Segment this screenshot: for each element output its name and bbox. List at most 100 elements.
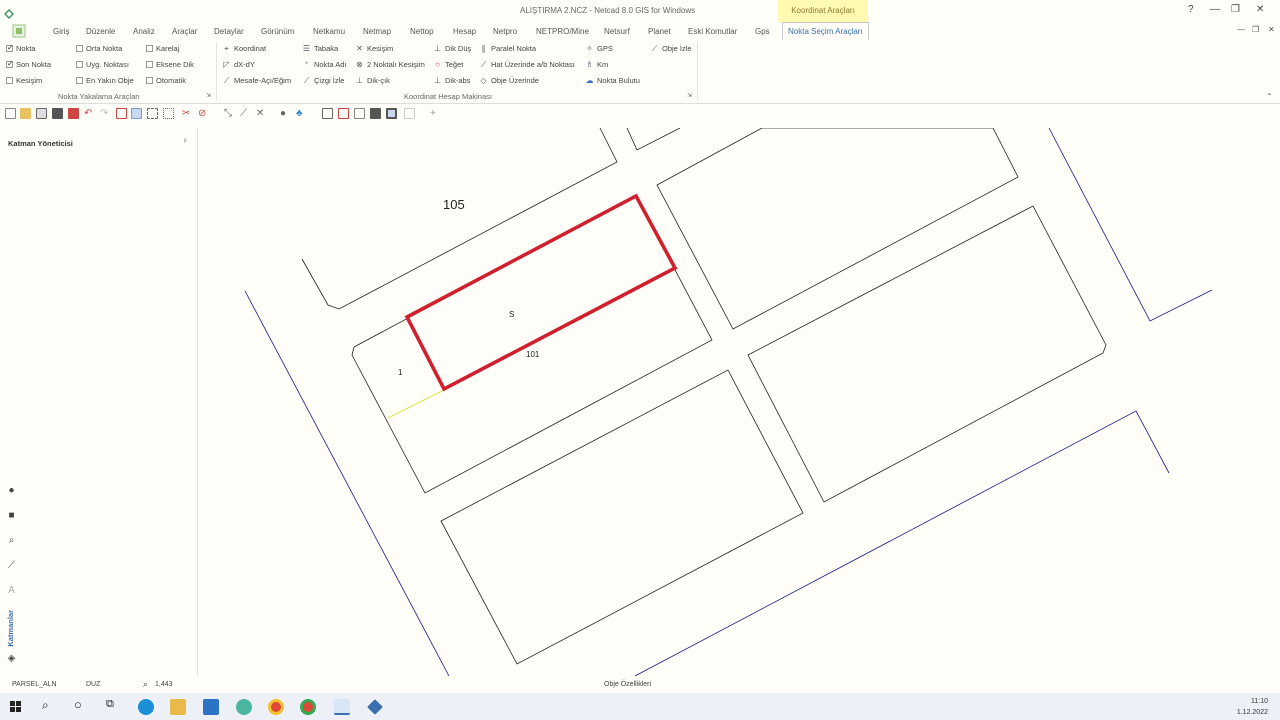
dialog-launcher-icon[interactable]: ⇲ — [206, 92, 211, 99]
snap-en-yakin-obje[interactable]: En Yakın Obje — [76, 76, 134, 85]
display-icon[interactable] — [404, 108, 415, 119]
btn-teget[interactable]: ○ Teğet — [433, 60, 463, 69]
menu-eski-komutlar[interactable]: Eski Komutlar — [688, 27, 737, 36]
info-icon[interactable] — [131, 108, 142, 119]
checkbox-icon[interactable] — [146, 45, 153, 52]
copy-icon[interactable] — [322, 108, 333, 119]
btn-dik-abs[interactable]: ⊥ Dik-abs — [433, 76, 470, 85]
menu-nettop[interactable]: Nettop — [410, 27, 434, 36]
btn-hat-uzerinde[interactable]: ⟋ Hat Üzerinde a/b Noktası — [479, 60, 575, 69]
snap-kesisim[interactable]: Kesişim — [6, 76, 42, 85]
btn-kesisim[interactable]: ✕ Kesişim — [355, 44, 393, 53]
layers-tab[interactable]: Katmanlar — [6, 610, 15, 647]
cortana-icon[interactable]: ○ — [74, 697, 82, 712]
text-style-icon[interactable]: A — [6, 585, 17, 596]
doc-restore-button[interactable]: ❐ — [1252, 25, 1259, 34]
netcad-app-icon[interactable] — [334, 699, 350, 715]
snap-uyg-noktasi[interactable]: Uyg. Noktası — [76, 60, 129, 69]
fill-icon[interactable] — [370, 108, 381, 119]
select-window-icon[interactable] — [116, 108, 127, 119]
snap-karelaj[interactable]: Karelaj — [146, 44, 179, 53]
line-icon[interactable]: ⟋ — [240, 108, 251, 119]
snap-nokta[interactable]: Nokta — [6, 43, 36, 53]
minimize-button[interactable]: — — [1210, 4, 1220, 15]
cross-icon[interactable]: ✕ — [256, 108, 267, 119]
btn-2-noktali-kesisim[interactable]: ⊗ 2 Noktalı Kesişim — [355, 60, 425, 69]
checkbox-icon[interactable] — [6, 59, 14, 68]
context-tab-coordinate-tools[interactable]: Koordinat Araçları — [778, 0, 868, 22]
btn-nokta-adi[interactable]: ⁺ Nokta Adı — [302, 60, 346, 69]
draw-point-icon[interactable]: ● — [280, 108, 291, 119]
btn-nokta-bulutu[interactable]: ☁ Nokta Bulutu — [585, 76, 640, 85]
menu-netpro-mine[interactable]: NETPRO/Mine — [536, 27, 589, 36]
menu-gorunum[interactable]: Görünüm — [261, 27, 294, 36]
checkbox-icon[interactable] — [6, 43, 14, 52]
btn-mesafe-aci-egim[interactable]: ⟋ Mesafe-Açı/Eğim — [222, 76, 291, 85]
pin-icon[interactable]: ᵖ — [184, 138, 187, 145]
menu-planet[interactable]: Planet — [648, 27, 671, 36]
menu-araclar[interactable]: Araçlar — [172, 27, 197, 36]
open-folder-icon[interactable] — [20, 108, 31, 119]
print-icon[interactable] — [52, 108, 63, 119]
erase-icon[interactable]: ⊘ — [198, 108, 209, 119]
zoom-window-icon[interactable] — [386, 108, 397, 119]
task-view-icon[interactable]: ⧉ — [106, 698, 114, 711]
dialog-launcher-icon[interactable]: ⇲ — [687, 92, 692, 99]
netcad-secondary-icon[interactable] — [367, 699, 383, 715]
print-preview-icon[interactable] — [68, 108, 79, 119]
btn-tabaka[interactable]: ☰ Tabaka — [302, 44, 338, 53]
help-button[interactable]: ? — [1188, 4, 1194, 15]
chrome-profile-icon[interactable] — [300, 699, 316, 715]
menu-duzenle[interactable]: Düzenle — [86, 27, 115, 36]
active-layer[interactable]: PARSEL_ALN — [12, 681, 57, 688]
edge-icon[interactable] — [138, 699, 154, 715]
menu-nokta-secim-araclari[interactable]: Nokta Seçim Araçları — [782, 22, 869, 40]
search-icon[interactable]: ⌕ — [42, 698, 49, 713]
layers-icon[interactable]: ◈ — [6, 653, 17, 664]
menu-netkamu[interactable]: Netkamu — [313, 27, 345, 36]
checkbox-icon[interactable] — [146, 61, 153, 68]
btn-dx-dy[interactable]: ◸ dX-dY — [222, 60, 254, 69]
frame-icon[interactable] — [338, 108, 349, 119]
menu-giris[interactable]: Giriş — [53, 27, 69, 36]
restore-button[interactable]: ❐ — [1231, 4, 1240, 15]
checkbox-icon[interactable] — [76, 61, 83, 68]
book-icon[interactable]: ■ — [6, 510, 17, 521]
btn-cizgi-izle[interactable]: ⟋ Çizgi İzle — [302, 76, 345, 85]
symbol-icon[interactable]: ♣ — [296, 108, 307, 119]
snap-eksene-dik[interactable]: Eksene Dik — [146, 60, 194, 69]
doc-close-button[interactable]: ✕ — [1268, 25, 1275, 34]
info-circle-icon[interactable]: ● — [6, 485, 17, 496]
btn-obje-uzerinde[interactable]: ◇ Obje Üzerinde — [479, 76, 539, 85]
draw-mode[interactable]: DUZ — [86, 681, 100, 688]
menu-netpro[interactable]: Netpro — [493, 27, 517, 36]
btn-obje-izle[interactable]: ⟋ Obje İzle — [650, 44, 692, 53]
menu-hesap[interactable]: Hesap — [453, 27, 476, 36]
measure-icon[interactable]: ⟋ — [6, 560, 17, 571]
map-drawing[interactable]: 105 S 101 1 — [199, 128, 1280, 676]
browser-icon[interactable] — [236, 699, 252, 715]
menu-gps[interactable]: Gps — [755, 27, 770, 36]
add-icon[interactable]: + — [430, 108, 441, 119]
btn-gps[interactable]: ✧ GPS — [585, 44, 613, 53]
object-properties[interactable]: Obje Özellikleri — [604, 681, 651, 688]
new-file-icon[interactable] — [5, 108, 16, 119]
checkbox-icon[interactable] — [76, 45, 83, 52]
system-clock[interactable]: 11:10 1.12.2022 — [1237, 696, 1268, 718]
checkbox-icon[interactable] — [76, 77, 83, 84]
menu-netmap[interactable]: Netmap — [363, 27, 391, 36]
redo-icon[interactable]: ↷ — [100, 108, 111, 119]
menu-analiz[interactable]: Analiz — [133, 27, 155, 36]
snap-son-nokta[interactable]: Son Nokta — [6, 59, 51, 69]
close-button[interactable]: ✕ — [1256, 4, 1264, 15]
selected-parcel[interactable] — [404, 193, 678, 392]
snap-orta-nokta[interactable]: Orta Nokta — [76, 44, 122, 53]
move-icon[interactable]: ⤡ — [224, 108, 235, 119]
mail-icon[interactable] — [203, 699, 219, 715]
checkbox-icon[interactable] — [146, 77, 153, 84]
windows-start-icon[interactable] — [10, 701, 21, 712]
menu-netsurf[interactable]: Netsurf — [604, 27, 630, 36]
btn-koordinat[interactable]: ⌖ Koordinat — [222, 44, 266, 53]
btn-km[interactable]: ♗ Km — [585, 60, 608, 69]
chrome-icon[interactable] — [268, 699, 284, 715]
